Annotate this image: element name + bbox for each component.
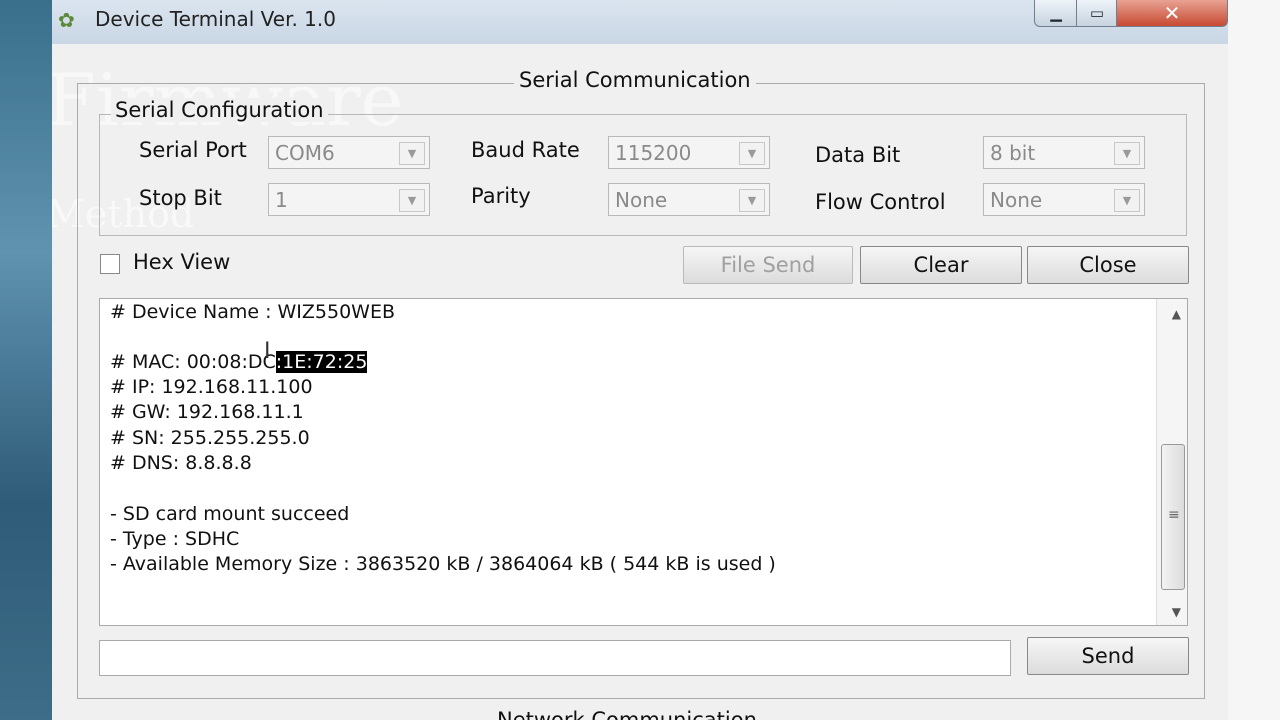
stop-bit-select[interactable]: 1 ▼ — [268, 183, 430, 216]
flow-control-select[interactable]: None ▼ — [983, 183, 1145, 216]
file-send-button[interactable]: File Send — [683, 246, 853, 284]
maximize-button[interactable]: ▭ — [1076, 0, 1118, 27]
parity-value: None — [615, 188, 668, 212]
minimize-icon: ▁ — [1050, 4, 1062, 22]
send-button[interactable]: Send — [1027, 637, 1189, 675]
parity-label: Parity — [471, 184, 531, 208]
selected-text: :1E:72:25 — [275, 351, 368, 373]
grip-icon: ≡ — [1168, 507, 1180, 523]
network-communication-legend: Network Communication — [497, 708, 757, 720]
log-ip: # IP: 192.168.11.100 — [110, 376, 313, 398]
text-cursor-icon: I — [264, 339, 271, 364]
chevron-down-icon: ▼ — [739, 189, 765, 212]
serial-communication-legend: Serial Communication — [514, 68, 756, 92]
hex-view-checkbox[interactable] — [100, 254, 120, 274]
chevron-down-icon: ▼ — [1114, 189, 1140, 212]
log-memory: - Available Memory Size : 3863520 kB / 3… — [110, 553, 776, 575]
baud-rate-select[interactable]: 115200 ▼ — [608, 136, 770, 169]
chevron-down-icon: ▼ — [399, 189, 425, 212]
terminal-output[interactable]: # Device Name : WIZ550WEB # MAC: 00:08:D… — [99, 298, 1188, 626]
flow-control-label: Flow Control — [815, 190, 946, 214]
chevron-down-icon: ▼ — [739, 142, 765, 165]
log-mac-prefix: # MAC: 00:08:DC — [110, 351, 276, 373]
serial-port-value: COM6 — [275, 141, 335, 165]
log-sn: # SN: 255.255.255.0 — [110, 427, 310, 449]
log-type: - Type : SDHC — [110, 528, 240, 550]
baud-rate-label: Baud Rate — [471, 138, 580, 162]
flow-control-value: None — [990, 188, 1043, 212]
serial-configuration-group — [99, 114, 1187, 236]
send-input[interactable] — [99, 640, 1011, 676]
scrollbar-thumb[interactable]: ≡ — [1161, 444, 1185, 590]
serial-port-select[interactable]: COM6 ▼ — [268, 136, 430, 169]
desktop-left-edge — [0, 0, 52, 720]
log-mac: # MAC: 00:08:DC:1E:72:25 — [110, 351, 368, 373]
maximize-icon: ▭ — [1089, 4, 1105, 22]
chevron-down-icon: ▼ — [1114, 142, 1140, 165]
close-window-button[interactable]: ✕ — [1116, 0, 1228, 27]
log-dns: # DNS: 8.8.8.8 — [110, 452, 252, 474]
minimize-button[interactable]: ▁ — [1034, 0, 1078, 27]
parity-select[interactable]: None ▼ — [608, 183, 770, 216]
title-bar[interactable]: ✿ Device Terminal Ver. 1.0 ▁ ▭ ✕ — [52, 0, 1228, 44]
desktop-right-edge — [1228, 0, 1280, 720]
baud-rate-value: 115200 — [615, 141, 692, 165]
chevron-down-icon: ▼ — [399, 142, 425, 165]
device-terminal-window: ✿ Device Terminal Ver. 1.0 ▁ ▭ ✕ Firmwar… — [52, 0, 1228, 720]
log-gw: # GW: 192.168.11.1 — [110, 401, 304, 423]
gear-icon: ✿ — [58, 8, 75, 32]
hex-view-label: Hex View — [133, 250, 231, 274]
serial-configuration-legend: Serial Configuration — [111, 98, 328, 122]
data-bit-label: Data Bit — [815, 143, 901, 167]
data-bit-value: 8 bit — [990, 141, 1036, 165]
close-button[interactable]: Close — [1027, 246, 1189, 284]
scroll-down-icon[interactable]: ▼ — [1172, 605, 1181, 619]
serial-port-label: Serial Port — [139, 138, 247, 162]
close-icon: ✕ — [1163, 1, 1181, 25]
log-sd-mount: - SD card mount succeed — [110, 503, 350, 525]
vertical-scrollbar[interactable]: ▲ ≡ ▼ — [1156, 299, 1187, 625]
scroll-up-icon[interactable]: ▲ — [1172, 307, 1181, 321]
data-bit-select[interactable]: 8 bit ▼ — [983, 136, 1145, 169]
clear-button[interactable]: Clear — [860, 246, 1022, 284]
stop-bit-value: 1 — [275, 188, 288, 212]
window-title: Device Terminal Ver. 1.0 — [95, 7, 336, 31]
client-area: Firmware Method Serial Communication Ser… — [52, 44, 1228, 720]
log-device-name: # Device Name : WIZ550WEB — [110, 301, 396, 323]
stop-bit-label: Stop Bit — [139, 186, 222, 210]
